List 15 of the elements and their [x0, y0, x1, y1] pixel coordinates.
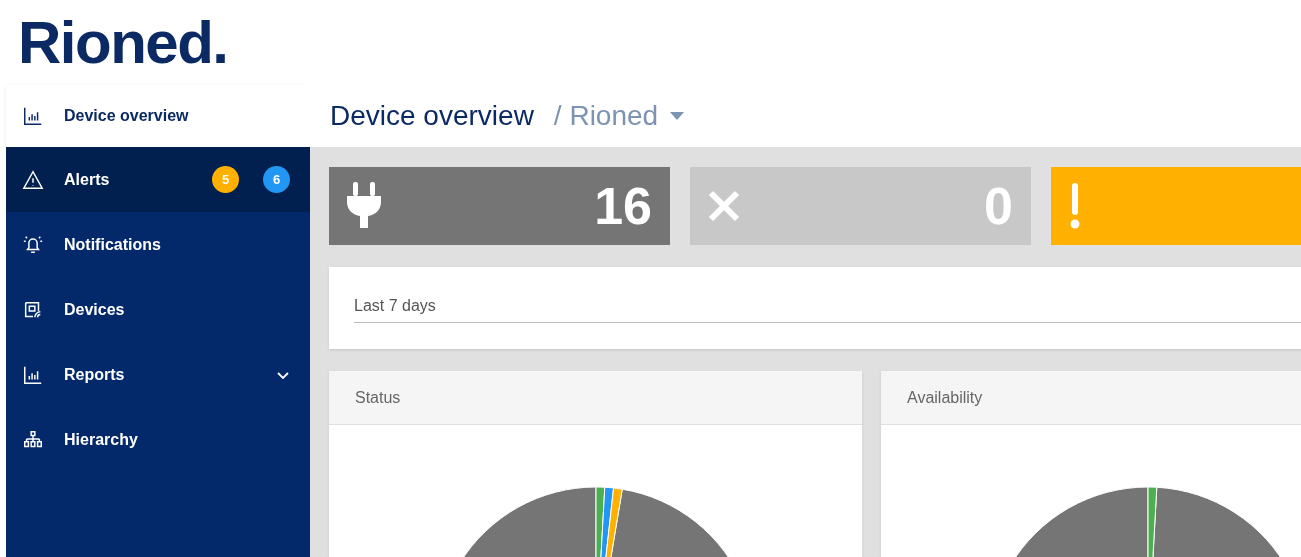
count-badge: 6 [263, 166, 290, 193]
page-title: Device overview [330, 99, 534, 133]
exclamation-icon [1069, 183, 1081, 229]
nav-item[interactable]: Device overview [6, 85, 310, 147]
card-title: Availability [907, 387, 983, 408]
bar-chart-icon [22, 105, 44, 127]
card-title: Status [355, 387, 401, 408]
stat-value: 16 [594, 176, 652, 237]
close-icon [708, 190, 740, 222]
count-badge: 5 [212, 166, 239, 193]
nav-item[interactable]: Alerts 5 6 [6, 147, 310, 212]
logo: Rioned. [18, 12, 228, 73]
plug-icon [347, 182, 381, 230]
caret-down-icon [670, 112, 685, 120]
warning-icon [22, 168, 44, 191]
